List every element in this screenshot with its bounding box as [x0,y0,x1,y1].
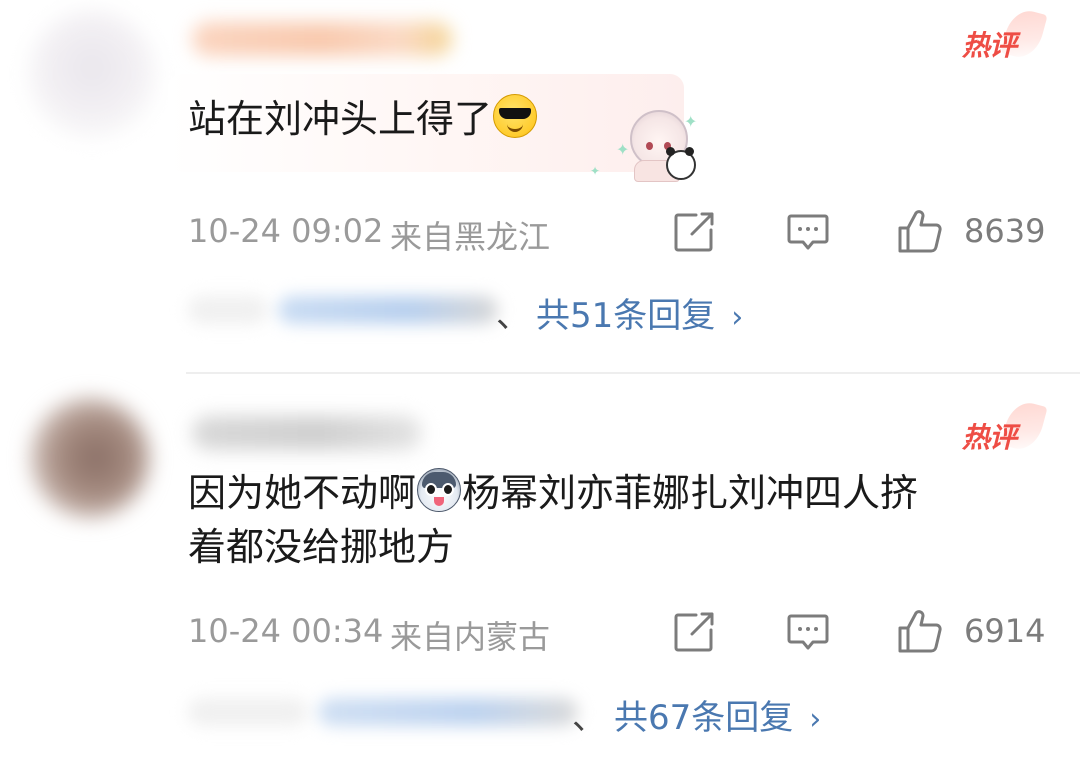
like-button[interactable]: 8639 [896,210,1046,254]
hot-badge-label: 热评 [962,421,1017,454]
comment-location: 来自内蒙古 [390,618,551,656]
thumbs-up-icon [898,610,942,653]
reply-names-blurred [278,296,498,324]
comment-text: 站在刘冲头上得了 [188,92,538,146]
like-count: 8639 [964,212,1046,250]
share-button[interactable] [672,210,716,254]
comment-meta-row: 10-24 09:02 来自黑龙江 8639 [188,210,1068,256]
like-button[interactable]: 6914 [896,610,1046,654]
reply-names-blurred [318,698,578,726]
comment-location: 来自黑龙江 [390,218,551,256]
bubble-sticker-icon: ✦ ✦ ✦ [590,106,702,186]
hot-comment-badge: 热评 [962,6,1048,62]
comment-text-line: 因为她不动啊 杨幂刘亦菲娜扎刘冲四人挤 [188,466,918,520]
comment-icon [787,614,829,650]
comment-text-segment: 因为她不动啊 [188,471,417,515]
comment-list: 热评 ✦ ✦ ✦ 站在刘冲头上得了 10-24 09:02 来自黑龙江 8639… [0,0,1080,770]
sparkle-icon: ✦ [616,140,630,159]
hot-badge-label: 热评 [962,29,1017,62]
comment-timestamp: 10-24 09:02 [188,212,384,250]
comment-text-segment: 杨幂刘亦菲娜扎刘冲四人挤 [462,471,919,515]
hot-comment-badge: 热评 [962,398,1048,454]
reply-person-suffix: 、 [572,698,606,738]
reply-person-suffix: 、 [496,296,530,336]
replies-count-label: 共67条回复 [614,698,794,738]
sparkle-icon: ✦ [590,164,601,178]
share-icon [674,612,714,652]
chevron-right-icon: › [731,300,744,335]
comment-timestamp: 10-24 00:34 [188,612,384,650]
comment-icon [787,214,829,250]
comment-meta-row: 10-24 00:34 来自内蒙古 6914 [188,610,1068,656]
like-count: 6914 [964,612,1046,650]
panda-ear [685,147,694,156]
husky-emoji-icon [417,468,462,512]
view-replies-link[interactable]: 共67条回复 › [614,690,821,739]
chevron-right-icon: › [809,702,822,737]
chibi-eye [646,142,653,150]
username-blurred[interactable] [192,22,452,56]
comment-text-line: 着都没给挪地方 [188,525,455,569]
replies-row[interactable]: 、 共51条回复 › [188,284,1068,337]
share-icon [674,212,714,252]
replies-count-label: 共51条回复 [536,296,716,336]
replies-row[interactable]: 、 共67条回复 › [188,686,1068,739]
sunglasses-emoji-icon [493,94,538,138]
reply-names-blurred [188,296,268,324]
reply-button[interactable] [786,610,830,654]
view-replies-link[interactable]: 共51条回复 › [536,288,743,337]
comment-item: 热评 因为她不动啊 杨幂刘亦菲娜扎刘冲四人挤 着都没给挪地方 10-24 00:3… [0,372,1080,770]
panda-ear [666,147,675,156]
avatar[interactable] [28,10,156,138]
reply-names-blurred [188,698,308,726]
comment-item: 热评 ✦ ✦ ✦ 站在刘冲头上得了 10-24 09:02 来自黑龙江 8639… [0,0,1080,372]
share-button[interactable] [672,610,716,654]
comment-text-line: 站在刘冲头上得了 [188,97,493,141]
comment-text: 因为她不动啊 杨幂刘亦菲娜扎刘冲四人挤 着都没给挪地方 [188,466,918,574]
panda-icon [666,147,696,180]
username-blurred[interactable] [192,416,422,450]
avatar[interactable] [30,398,150,518]
reply-button[interactable] [786,210,830,254]
thumbs-up-icon [898,210,942,253]
